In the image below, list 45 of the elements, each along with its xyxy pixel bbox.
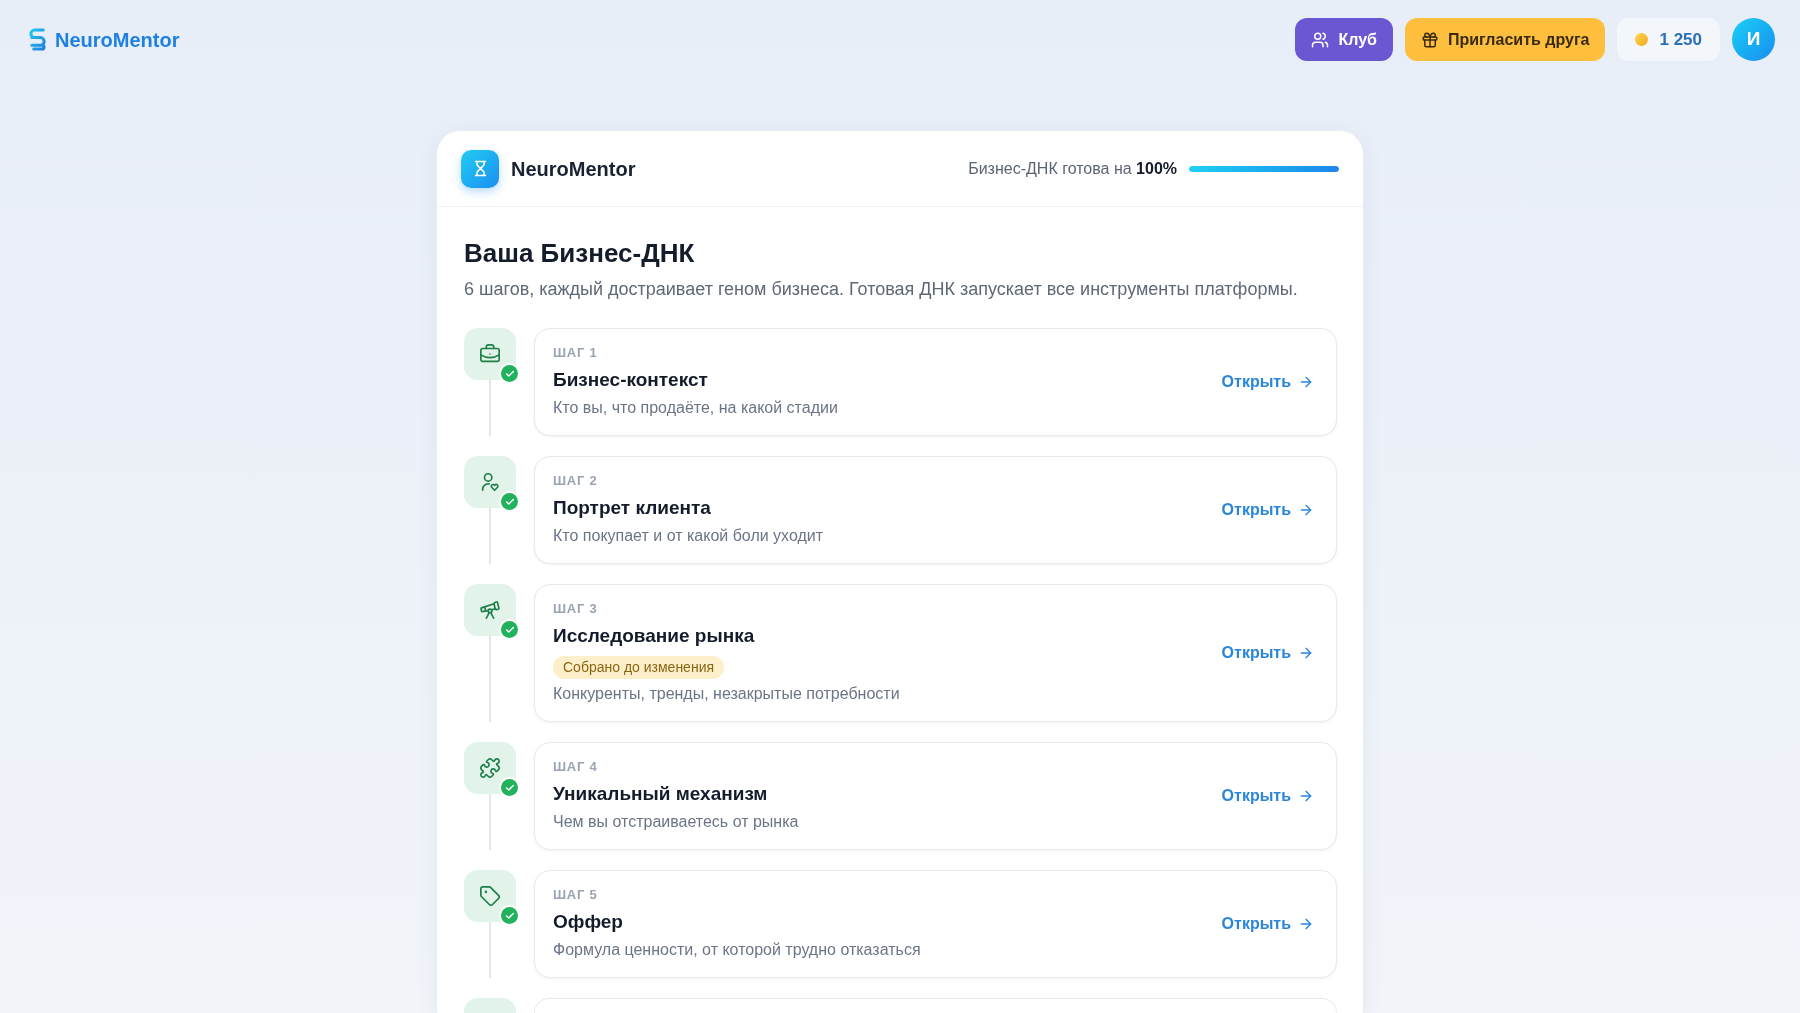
coin-icon: [1635, 33, 1649, 46]
step-title: Оффер: [553, 910, 623, 934]
open-link[interactable]: Открыть: [1221, 784, 1314, 808]
card-title: NeuroMentor: [511, 156, 636, 182]
arrow-right-icon: [1298, 645, 1314, 661]
arrow-right-icon: [1298, 788, 1314, 804]
page-subtitle: 6 шагов, каждый достраивает геном бизнеса. Готовая ДНК запускает все инструменты платформы.: [464, 278, 1299, 301]
step-title: Бизнес-контекст: [553, 368, 708, 392]
step-label: ШАГ 4: [553, 759, 598, 775]
step-title: Портрет клиента: [553, 496, 711, 520]
open-link[interactable]: Открыть: [1221, 498, 1314, 522]
step-description: Кто вы, что продаёте, на какой стадии: [553, 398, 838, 418]
step-description: Формула ценности, от которой трудно отказаться: [553, 940, 921, 960]
step-title: Исследование рынка: [553, 624, 755, 648]
open-link[interactable]: Открыть: [1221, 641, 1314, 665]
page-title: Ваша Бизнес-ДНК: [464, 237, 696, 269]
arrow-right-icon: [1298, 502, 1314, 518]
tag-icon: [464, 870, 516, 922]
step-description: Чем вы отстраиваетесь от рынка: [553, 812, 799, 832]
arrow-right-icon: [1298, 916, 1314, 932]
briefcase-icon: [464, 328, 516, 380]
open-link[interactable]: Открыть: [1221, 370, 1314, 394]
invite-friend-button[interactable]: Пригласить друга: [1405, 18, 1606, 61]
step-label: ШАГ 5: [553, 887, 598, 903]
club-button[interactable]: Клуб: [1295, 18, 1393, 61]
status-badge: Собрано до изменения: [553, 656, 725, 679]
arrow-right-icon: [1298, 374, 1314, 390]
step-label: ШАГ 1: [553, 345, 598, 361]
logo-text: NeuroMentor: [55, 27, 180, 53]
step-title: Уникальный механизм: [553, 782, 768, 806]
gift-icon: [1421, 30, 1439, 49]
open-link[interactable]: Открыть: [1221, 912, 1314, 936]
step-label: ШАГ 2: [553, 473, 598, 489]
puzzle-icon: [464, 742, 516, 794]
step-description: Конкуренты, тренды, незакрытые потребности: [553, 684, 900, 704]
telescope-icon: [464, 584, 516, 636]
logo-icon: [28, 27, 47, 52]
person-heart-icon: [464, 456, 516, 508]
user-avatar[interactable]: И: [1732, 18, 1775, 61]
step-description: Кто покупает и от какой боли уходит: [553, 526, 824, 546]
step-label: ШАГ 3: [553, 601, 598, 617]
progress-label: Бизнес-ДНК готова на 100%: [968, 158, 1177, 179]
people-icon: [1311, 30, 1330, 49]
coin-balance[interactable]: 1 250: [1617, 18, 1720, 61]
hourglass-icon: [461, 149, 499, 188]
